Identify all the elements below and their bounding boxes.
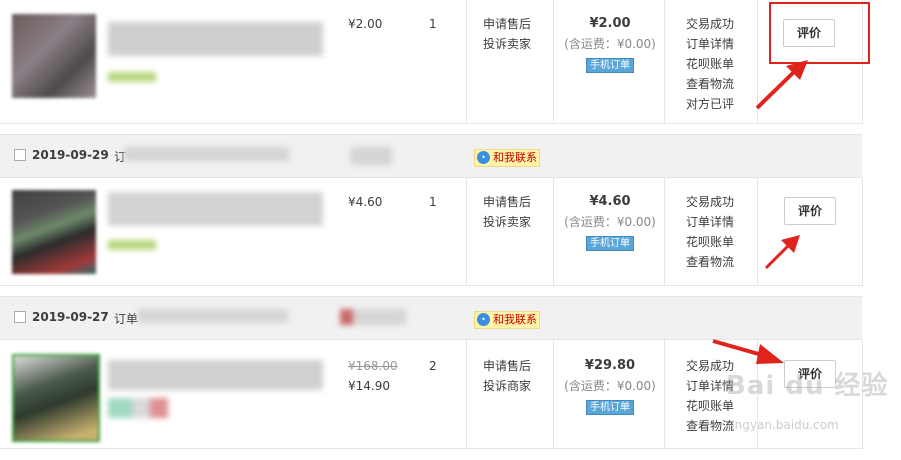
- quantity: 1: [429, 195, 437, 209]
- product-title-blurred: [108, 22, 323, 56]
- order-checkbox[interactable]: [14, 149, 26, 161]
- apply-after-sale-link[interactable]: 申请售后: [483, 14, 531, 34]
- quantity: 1: [429, 17, 437, 31]
- order-number-blurred: [124, 147, 289, 161]
- shipping-fee: (含运费：¥0.00): [564, 37, 656, 51]
- complain-seller-link[interactable]: 投诉卖家: [483, 34, 531, 54]
- chat-icon: •: [477, 313, 490, 326]
- apply-after-sale-link[interactable]: 申请售后: [483, 356, 531, 376]
- huabei-bill-link[interactable]: 花呗账单: [686, 54, 734, 74]
- product-thumbnail[interactable]: [12, 190, 96, 274]
- view-logistics-link[interactable]: 查看物流: [686, 252, 734, 272]
- chat-icon: •: [477, 151, 490, 164]
- contact-me-badge[interactable]: • 和我联系: [474, 311, 540, 329]
- mobile-order-tag: 手机订单: [586, 236, 634, 251]
- unit-price: ¥4.60: [348, 195, 383, 209]
- contact-me-label: 和我联系: [493, 151, 537, 164]
- huabei-bill-link[interactable]: 花呗账单: [686, 232, 734, 252]
- highlight-box: [769, 2, 870, 64]
- order-status-links: 交易成功 订单详情 花呗账单 查看物流: [686, 192, 734, 272]
- service-links: 申请售后 投诉卖家: [483, 14, 531, 54]
- apply-after-sale-link[interactable]: 申请售后: [483, 192, 531, 212]
- order-row: ¥4.60 1 申请售后 投诉卖家 ¥4.60 (含运费：¥0.00) 手机订单…: [0, 178, 863, 286]
- product-title-blurred: [108, 192, 323, 226]
- contact-me-badge[interactable]: • 和我联系: [474, 149, 540, 167]
- order-total: ¥29.80 (含运费：¥0.00) 手机订单: [560, 356, 660, 416]
- watermark-url: jingyan.baidu.com: [728, 418, 839, 432]
- product-sku-blurred: [108, 240, 156, 250]
- product-thumbnail[interactable]: [12, 14, 96, 98]
- product-sku-blurred: [108, 398, 168, 418]
- watermark-logo: Bai du 经验: [726, 371, 889, 401]
- order-total: ¥2.00 (含运费：¥0.00) 手机订单: [560, 14, 660, 74]
- total-amount: ¥2.00: [589, 16, 631, 31]
- order-row: ¥2.00 1 申请售后 投诉卖家 ¥2.00 (含运费：¥0.00) 手机订单…: [0, 0, 863, 124]
- order-status-links: 交易成功 订单详情 花呗账单 查看物流 对方已评: [686, 14, 734, 114]
- mobile-order-tag: 手机订单: [586, 58, 634, 73]
- original-price: ¥168.00: [348, 359, 398, 373]
- shipping-fee: (含运费：¥0.00): [564, 379, 656, 393]
- order-detail-link[interactable]: 订单详情: [686, 34, 734, 54]
- order-checkbox[interactable]: [14, 311, 26, 323]
- service-links: 申请售后 投诉商家: [483, 356, 531, 396]
- total-amount: ¥29.80: [584, 358, 636, 373]
- quantity: 2: [429, 359, 437, 373]
- product-title-blurred: [108, 360, 323, 390]
- service-links: 申请售后 投诉卖家: [483, 192, 531, 232]
- order-number-blurred: [138, 309, 288, 323]
- other-party-reviewed-text: 对方已评: [686, 97, 735, 111]
- complain-seller-link[interactable]: 投诉卖家: [483, 212, 531, 232]
- status-text: 交易成功: [686, 195, 735, 209]
- shop-name-blurred: [350, 147, 392, 165]
- view-logistics-link[interactable]: 查看物流: [686, 74, 734, 94]
- shop-name-blurred: [340, 309, 406, 325]
- complain-merchant-link[interactable]: 投诉商家: [483, 376, 531, 396]
- mobile-order-tag: 手机订单: [586, 400, 634, 415]
- review-button[interactable]: 评价: [784, 197, 836, 225]
- unit-price: ¥14.90: [348, 379, 390, 393]
- shipping-fee: (含运费：¥0.00): [564, 215, 656, 229]
- order-date: 2019-09-27: [32, 310, 109, 324]
- unit-price: ¥2.00: [348, 17, 383, 31]
- order-date: 2019-09-29: [32, 148, 109, 162]
- product-thumbnail[interactable]: [12, 354, 100, 442]
- unit-price-cell: ¥168.00 ¥14.90: [348, 356, 398, 396]
- order-detail-link[interactable]: 订单详情: [686, 212, 734, 232]
- contact-me-label: 和我联系: [493, 313, 537, 326]
- product-sku-blurred: [108, 72, 156, 82]
- order-total: ¥4.60 (含运费：¥0.00) 手机订单: [560, 192, 660, 252]
- status-text: 交易成功: [686, 17, 735, 31]
- total-amount: ¥4.60: [589, 194, 631, 209]
- order-header: 2019-09-29 订 • 和我联系: [0, 134, 862, 178]
- order-header: 2019-09-27 订单 • 和我联系: [0, 296, 862, 340]
- order-number-label: 订单: [114, 312, 139, 326]
- view-logistics-link[interactable]: 查看物流: [686, 416, 734, 436]
